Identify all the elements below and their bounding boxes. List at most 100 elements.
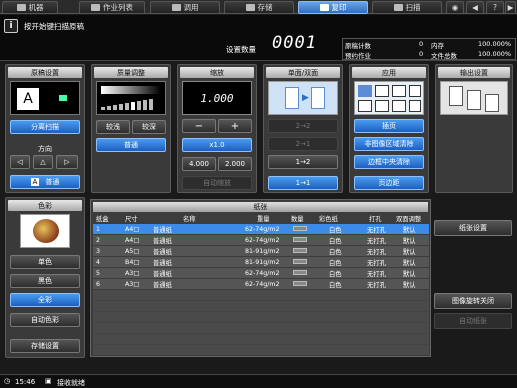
rotate-left-button[interactable]: ◁ [10,155,30,169]
paper-name: 普通纸 [153,281,172,289]
status-bar: ◷ 15:46 ▣ 接收就绪 [0,374,517,388]
paper-row[interactable]: 1 A4□ 普通纸 62-74g/m2 白色 无打孔 默认 [93,224,429,234]
output-stack-2-icon [467,90,481,110]
zoom-x1-button[interactable]: x1.0 [182,138,252,152]
insert-sheet-button[interactable]: 插页 [354,119,424,133]
paper-row[interactable]: 3 A5□ 普通纸 81-91g/m2 白色 无打孔 默认 [93,246,429,256]
auto-paper-button[interactable]: 自动纸张 [434,313,512,329]
original-setting-panel: 原稿设置 A 分离扫描 方向 ◁ △ ▷ A 普通 [5,64,85,193]
combine-icon [375,100,389,112]
tab-copy[interactable]: 复印 [298,1,368,14]
header-size: 尺寸 [125,215,138,223]
header-punch: 打孔 [369,215,382,223]
duplex-2to2-button[interactable]: 2→2 [268,119,338,133]
paper-duplex: 默认 [403,237,416,245]
zoom-title[interactable]: 缩放 [180,67,254,78]
tab-scan[interactable]: 扫描 [372,1,442,14]
duplex-title[interactable]: 单面/双面 [266,67,340,78]
job-list-icon [91,4,100,11]
paper-settings-button[interactable]: 纸张设置 [434,220,512,236]
frame-erase-icon [392,85,406,97]
reserved-jobs-label: 预约作业 [345,52,371,60]
header-duplex: 双面调整 [396,215,422,223]
paper-weight: 62-74g/m2 [245,280,280,288]
quality-normal-button[interactable]: 普通 [96,138,166,152]
color-title[interactable]: 色彩 [8,200,82,211]
density-bars [101,98,161,110]
paper-title: 纸张 [93,202,428,212]
header-tray: 纸盒 [96,215,109,223]
tray-number: 5 [96,269,101,277]
output-title[interactable]: 输出设置 [438,67,510,78]
black-button[interactable]: 黑色 [10,274,80,288]
full-color-button[interactable]: 全彩 [10,293,80,307]
application-preview [354,81,424,115]
paper-row[interactable]: 2 A4□ 普通纸 62-74g/m2 白色 无打孔 默认 [93,235,429,245]
zoom-plus-button[interactable]: + [218,119,252,133]
paper-duplex: 默认 [403,281,416,289]
zoom-minus-button[interactable]: − [182,119,216,133]
paper-size: A4□ [125,225,140,233]
single-color-button[interactable]: 单色 [10,255,80,269]
paper-punch: 无打孔 [367,226,386,234]
tab-recall[interactable]: 调用 [150,1,220,14]
duplex-1to2-button[interactable]: 1→2 [268,155,338,169]
paper-row[interactable]: 4 B4□ 普通纸 81-91g/m2 白色 无打孔 默认 [93,257,429,267]
quantity-icon [293,248,307,253]
rotate-up-button[interactable]: △ [33,155,53,169]
paper-row[interactable]: 5 A3□ 普通纸 62-74g/m2 白色 无打孔 默认 [93,268,429,278]
duplex-1to1-button[interactable]: 1→1 [268,176,338,190]
duplex-page-icon [285,87,299,109]
help-icon: ? [493,3,497,12]
zoom-preset-2-button[interactable]: 2.000 [218,157,252,171]
non-image-erase-button[interactable]: 非图像区域清除 [354,137,424,151]
clock-icon: ◷ [4,377,11,385]
paper-row[interactable]: 6 A3□ 普通纸 62-74g/m2 白色 无打孔 默认 [93,279,429,289]
rotate-right-button[interactable]: ▷ [56,155,78,169]
receive-icon: ▣ [45,377,52,385]
auto-zoom-button[interactable]: 自动缩放 [182,176,252,190]
tab-store[interactable]: 存储 [224,1,294,14]
globe-icon: ◉ [451,3,459,12]
tab-job-list[interactable]: 作业列表 [79,1,145,14]
book-copy-icon [409,85,421,97]
paper-weight: 62-74g/m2 [245,269,280,277]
lighter-button[interactable]: 较浅 [96,120,130,134]
output-stack-icon [449,86,463,106]
original-setting-title[interactable]: 原稿设置 [8,67,82,78]
menu-button[interactable]: ▶ [505,1,516,14]
direction-normal-button[interactable]: A 普通 [10,175,80,189]
store-settings-button[interactable]: 存储设置 [10,339,80,353]
quantity-icon [293,237,307,242]
margin-icon [358,100,372,112]
darker-button[interactable]: 较深 [132,120,166,134]
volume-button[interactable]: ◀ [466,1,484,14]
separate-scan-button[interactable]: 分离扫描 [10,120,80,134]
file-total-label: 文件总数 [431,52,457,60]
recall-icon [171,4,181,11]
paper-color: 白色 [329,270,342,278]
volume-icon: ◀ [472,3,478,12]
paper-duplex: 默认 [403,226,416,234]
auto-color-button[interactable]: 自动色彩 [10,313,80,327]
paper-punch: 无打孔 [367,259,386,267]
zoom-preset-1-button[interactable]: 4.000 [182,157,216,171]
image-rotate-off-button[interactable]: 图像旋转关闭 [434,293,512,309]
output-preview [440,81,508,115]
globe-button[interactable]: ◉ [446,1,464,14]
tab-machine[interactable]: 机器 [2,1,58,14]
store-icon [245,4,255,11]
quality-title[interactable]: 质量调整 [94,67,168,78]
help-button[interactable]: ? [486,1,504,14]
frame-center-erase-button[interactable]: 边框中央清除 [354,155,424,169]
original-a-icon: A [17,88,39,110]
page-margin-button[interactable]: 页边距 [354,176,424,190]
paper-size: B4□ [125,258,140,266]
duplex-2to1-button[interactable]: 2→1 [268,137,338,151]
rotate-left-icon: ◁ [17,158,23,166]
paper-weight: 62-74g/m2 [245,236,280,244]
application-title[interactable]: 应用 [352,67,426,78]
menu-icon: ▶ [507,3,514,12]
paper-name: 普通纸 [153,248,172,256]
paper-name: 普通纸 [153,270,172,278]
